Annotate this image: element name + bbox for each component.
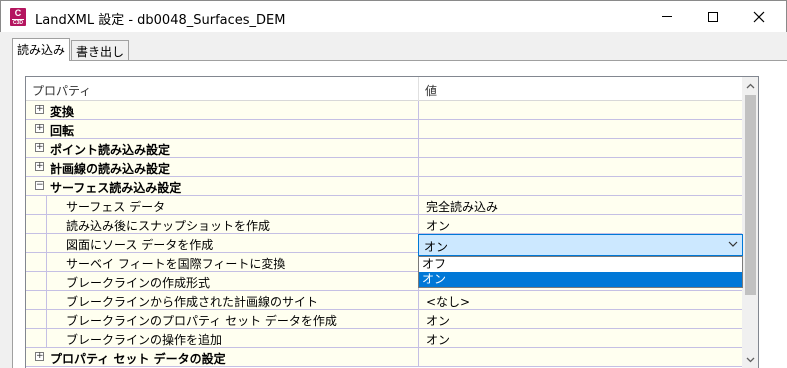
row-label: 計画線の読み込み設定 bbox=[50, 162, 171, 176]
grid-row[interactable]: 読み込み後にスナップショットを作成 オン bbox=[26, 215, 742, 234]
title-bar: C C3D LandXML 設定 - db0048_Surfaces_DEM bbox=[0, 0, 787, 32]
row-property: ブレークラインの作成形式 bbox=[26, 272, 419, 290]
row-value[interactable] bbox=[419, 120, 742, 138]
row-label: サーフェス データ bbox=[66, 200, 166, 214]
scroll-up-button[interactable] bbox=[742, 77, 758, 94]
civil3d-app-icon: C C3D bbox=[10, 8, 26, 26]
row-property: ブレークラインのプロパティ セット データを作成 bbox=[26, 310, 419, 328]
close-button[interactable] bbox=[736, 1, 782, 32]
row-label: ブレークラインから作成された計画線のサイト bbox=[66, 295, 319, 309]
row-property: + 回転 bbox=[26, 120, 419, 138]
property-grid: プロパティ 値 + 変換 + 回転 + ポイント読み込み設定 + 計画線の読み込み設定 … bbox=[25, 76, 759, 368]
row-property: サーフェス データ bbox=[26, 196, 419, 214]
close-icon bbox=[753, 11, 765, 22]
expand-icon[interactable]: + bbox=[35, 352, 44, 361]
grid-row[interactable]: + 変換 bbox=[26, 101, 742, 120]
grid-row[interactable]: + プロパティ セット データの設定 bbox=[26, 348, 742, 367]
tab-import[interactable]: 読み込み bbox=[12, 38, 71, 61]
header-property[interactable]: プロパティ bbox=[26, 77, 419, 101]
row-value[interactable]: 完全読み込み bbox=[419, 196, 742, 214]
window-title: LandXML 設定 - db0048_Surfaces_DEM bbox=[35, 13, 286, 28]
row-label: サーフェス読み込み設定 bbox=[50, 181, 182, 195]
row-property: ブレークラインから作成された計画線のサイト bbox=[26, 291, 419, 309]
minimize-icon bbox=[662, 16, 672, 17]
row-property: + 変換 bbox=[26, 101, 419, 119]
source-data-combo[interactable]: オン bbox=[418, 234, 743, 256]
dropdown-option-on[interactable]: オン bbox=[419, 272, 742, 287]
row-property: 読み込み後にスナップショットを作成 bbox=[26, 215, 419, 233]
row-label: ポイント読み込み設定 bbox=[50, 143, 171, 157]
maximize-icon bbox=[708, 11, 718, 22]
scroll-up-icon bbox=[746, 83, 755, 88]
row-label: 図面にソース データを作成 bbox=[66, 238, 214, 252]
row-value[interactable] bbox=[419, 158, 742, 176]
row-property: サーベイ フィートを国際フィートに変換 bbox=[26, 253, 419, 271]
expand-icon[interactable]: + bbox=[35, 143, 44, 152]
row-value[interactable] bbox=[419, 177, 742, 195]
combo-dropdown-list: オフ オン bbox=[418, 256, 743, 288]
app-icon-sub: C3D bbox=[12, 19, 24, 26]
scroll-down-button[interactable] bbox=[742, 351, 758, 368]
combo-value: オン bbox=[424, 240, 449, 254]
vertical-scrollbar[interactable] bbox=[742, 77, 758, 368]
row-label: サーベイ フィートを国際フィートに変換 bbox=[66, 257, 286, 271]
collapse-icon[interactable]: − bbox=[35, 181, 44, 190]
row-property: 図面にソース データを作成 bbox=[26, 234, 419, 252]
grid-row[interactable]: + 回転 bbox=[26, 120, 742, 139]
scroll-down-icon bbox=[746, 357, 755, 362]
app-icon-letter: C bbox=[14, 8, 22, 18]
grid-row[interactable]: ブレークラインの操作を追加 オン bbox=[26, 329, 742, 348]
tab-export[interactable]: 書き出し bbox=[71, 40, 130, 60]
grid-row[interactable]: サーフェス データ 完全読み込み bbox=[26, 196, 742, 215]
row-label: ブレークラインのプロパティ セット データを作成 bbox=[66, 314, 337, 328]
row-value[interactable] bbox=[419, 348, 742, 366]
row-label: 回転 bbox=[50, 124, 75, 138]
row-value[interactable]: <なし> bbox=[419, 291, 742, 309]
grid-row[interactable]: ブレークラインのプロパティ セット データを作成 オン bbox=[26, 310, 742, 329]
grid-header: プロパティ 値 bbox=[26, 77, 742, 101]
row-label: ブレークラインの操作を追加 bbox=[66, 333, 223, 347]
chevron-down-icon[interactable] bbox=[727, 238, 739, 250]
row-property: + 計画線の読み込み設定 bbox=[26, 158, 419, 176]
grid-row[interactable]: − サーフェス読み込み設定 bbox=[26, 177, 742, 196]
row-value[interactable] bbox=[419, 139, 742, 157]
row-value[interactable]: オン bbox=[419, 310, 742, 328]
grid-row[interactable]: ブレークラインから作成された計画線のサイト <なし> bbox=[26, 291, 742, 310]
expand-icon[interactable]: + bbox=[35, 105, 44, 114]
row-property: − サーフェス読み込み設定 bbox=[26, 177, 419, 195]
grid-row[interactable]: + ポイント読み込み設定 bbox=[26, 139, 742, 158]
row-label: ブレークラインの作成形式 bbox=[66, 276, 211, 290]
minimize-button[interactable] bbox=[644, 1, 690, 32]
maximize-button[interactable] bbox=[690, 1, 736, 32]
row-label: 変換 bbox=[50, 105, 75, 119]
row-property: ブレークラインの操作を追加 bbox=[26, 329, 419, 347]
row-property: + プロパティ セット データの設定 bbox=[26, 348, 419, 366]
expand-icon[interactable]: + bbox=[35, 124, 44, 133]
row-label: 読み込み後にスナップショットを作成 bbox=[66, 219, 271, 233]
row-value[interactable]: オン bbox=[419, 329, 742, 347]
row-value[interactable]: オン bbox=[419, 215, 742, 233]
scrollbar-thumb[interactable] bbox=[745, 95, 756, 295]
grid-row[interactable]: + 計画線の読み込み設定 bbox=[26, 158, 742, 177]
row-property: + ポイント読み込み設定 bbox=[26, 139, 419, 157]
header-value[interactable]: 値 bbox=[419, 77, 742, 101]
expand-icon[interactable]: + bbox=[35, 162, 44, 171]
dropdown-option-off[interactable]: オフ bbox=[419, 257, 742, 272]
row-label: プロパティ セット データの設定 bbox=[50, 352, 226, 366]
row-value[interactable] bbox=[419, 101, 742, 119]
